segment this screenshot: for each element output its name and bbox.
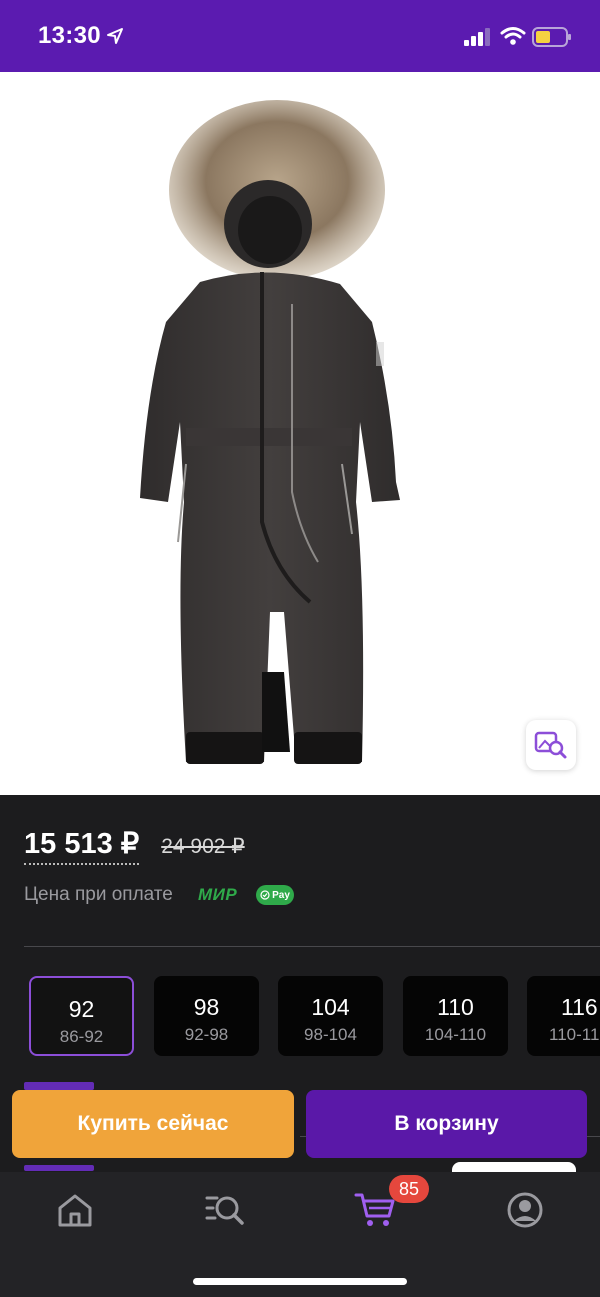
size-selector: 92 86-92 98 92-98 104 98-104 110 104-110…	[29, 976, 600, 1056]
size-range: 98-104	[304, 1025, 357, 1044]
size-chip-110[interactable]: 110 104-110	[403, 976, 508, 1056]
share-icon[interactable]	[542, 96, 582, 140]
profile-icon	[507, 1192, 543, 1228]
size-range: 92-98	[184, 1025, 229, 1044]
size-chip-104[interactable]: 104 98-104	[278, 976, 383, 1056]
size-value: 110	[437, 994, 474, 1020]
check-circle-icon	[260, 890, 270, 900]
wifi-icon	[500, 27, 526, 45]
peek-content	[24, 1082, 94, 1090]
price-current[interactable]: 15 513 ₽	[24, 826, 140, 865]
catalog-search-icon	[205, 1196, 244, 1225]
home-indicator	[193, 1278, 407, 1285]
back-chevron-icon[interactable]	[22, 100, 58, 140]
pay-badge: Pay	[256, 885, 294, 905]
pay-badge-label: Pay	[272, 889, 290, 901]
size-range: 86-92	[59, 1027, 104, 1046]
heart-icon[interactable]	[464, 100, 506, 140]
product-image-gallery[interactable]	[0, 72, 600, 795]
size-chip-116[interactable]: 116 110-116	[527, 976, 600, 1056]
cart-badge: 85	[389, 1175, 429, 1203]
size-value: 116	[561, 994, 598, 1020]
price-old: 24 902 ₽	[161, 835, 245, 858]
buy-now-button[interactable]: Купить сейчас	[12, 1090, 294, 1158]
add-to-cart-button[interactable]: В корзину	[306, 1090, 587, 1158]
size-range: 110-116	[549, 1025, 600, 1044]
peek-content	[24, 1165, 94, 1171]
size-value: 104	[311, 994, 350, 1020]
status-time: 13:30	[38, 22, 101, 49]
visual-search-icon	[534, 731, 567, 759]
visual-search-button[interactable]	[526, 720, 576, 770]
signal-icon	[464, 28, 490, 46]
tab-profile[interactable]	[500, 1188, 550, 1232]
divider	[24, 946, 600, 947]
location-arrow-icon	[107, 28, 123, 44]
price-payment-note: Цена при оплате	[24, 884, 173, 905]
status-bar: 13:30	[0, 0, 600, 72]
tab-home[interactable]	[50, 1188, 100, 1232]
size-value: 92	[68, 996, 95, 1022]
size-value: 98	[193, 994, 220, 1020]
tab-catalog[interactable]	[200, 1188, 250, 1232]
size-chip-98[interactable]: 98 92-98	[154, 976, 259, 1056]
price-row: 15 513 ₽ 24 902 ₽	[24, 826, 245, 865]
product-photo	[140, 100, 400, 764]
battery-icon	[532, 27, 571, 47]
home-icon	[58, 1194, 92, 1227]
size-range: 104-110	[424, 1025, 487, 1044]
size-chip-92[interactable]: 92 86-92	[29, 976, 134, 1056]
mir-logo: МИР	[198, 885, 238, 904]
